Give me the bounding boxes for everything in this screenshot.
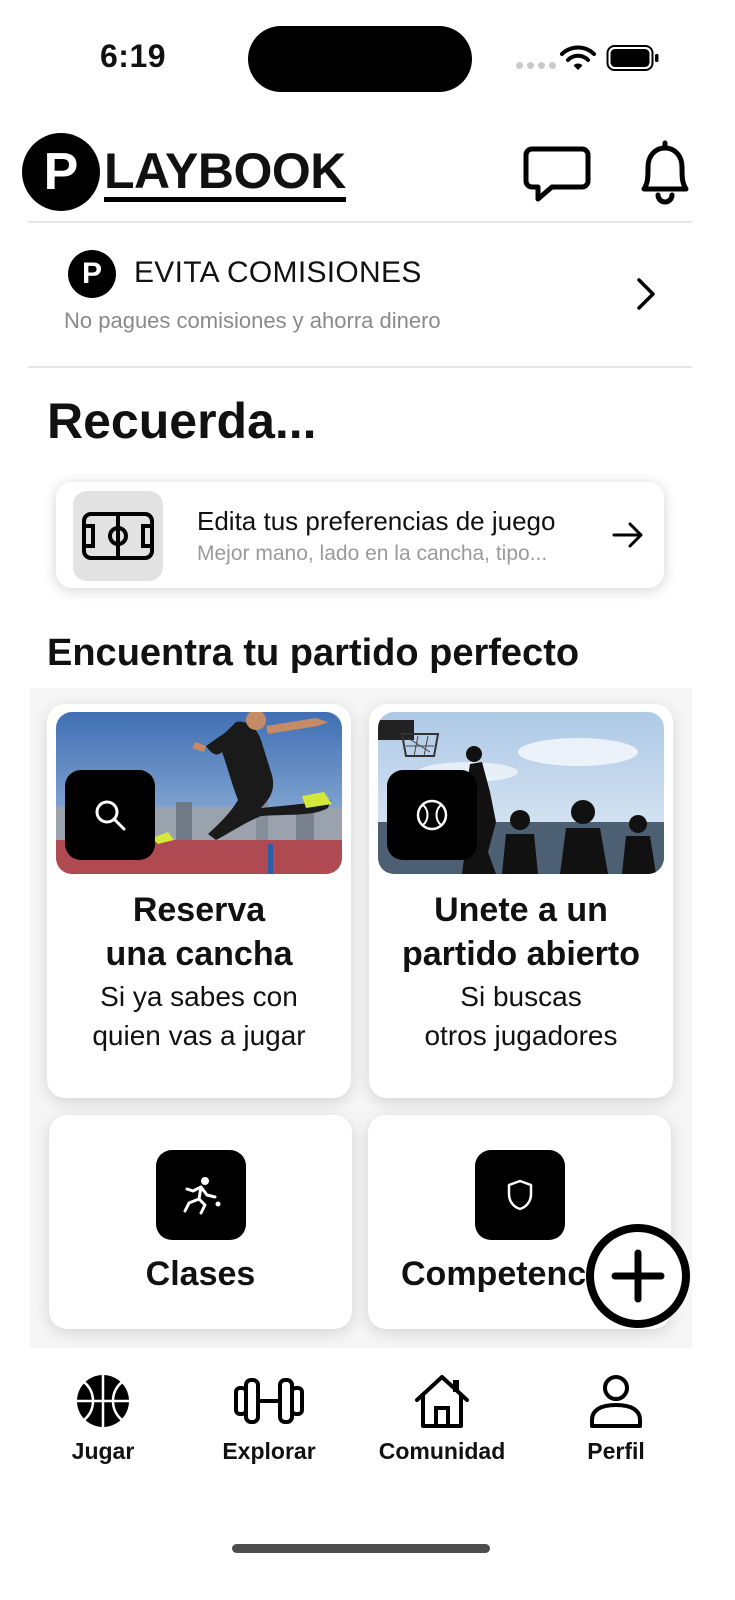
promo-divider — [28, 366, 692, 368]
search-icon-box — [65, 770, 155, 860]
tab-explorar-label: Explorar — [222, 1438, 316, 1464]
book-court-subtitle-line1: Si ya sabes con — [100, 981, 298, 1012]
join-match-subtitle-line1: Si buscas — [460, 981, 582, 1012]
promo-row[interactable]: P EVITA COMISIONES No pagues comisiones … — [28, 224, 692, 366]
kick-icon — [183, 1177, 221, 1215]
create-fab-button[interactable] — [586, 1224, 690, 1328]
promo-logo-letter: P — [81, 257, 102, 290]
wifi-icon — [560, 45, 596, 70]
reminder-heading: Recuerda... — [47, 393, 317, 449]
promo-logo-badge: P — [68, 250, 116, 298]
join-match-title-line2: partido abierto — [401, 935, 641, 973]
tab-comunidad-label: Comunidad — [378, 1438, 506, 1464]
plus-icon — [611, 1249, 665, 1303]
classes-title: Clases — [145, 1255, 256, 1293]
chat-bubble-icon[interactable] — [522, 137, 592, 207]
home-icon — [415, 1375, 469, 1428]
status-bar: 6:19 — [0, 0, 735, 120]
court-icon — [82, 512, 154, 560]
tab-comunidad[interactable]: Comunidad — [362, 1372, 522, 1465]
ball-icon-box — [387, 770, 477, 860]
promo-subtitle: No pagues comisiones y ahorra dinero — [64, 308, 441, 333]
battery-icon — [606, 45, 659, 71]
match-section-heading: Encuentra tu partido perfecto — [47, 632, 580, 674]
search-icon — [95, 800, 126, 831]
arrow-right-icon — [612, 522, 643, 548]
preferences-subtitle: Mejor mano, lado en la cancha, tipo... — [197, 542, 548, 565]
court-icon-box — [73, 491, 163, 581]
dumbbell-icon — [234, 1378, 304, 1424]
bottom-tab-bar: Jugar Explorar Comunidad Perfil — [0, 1350, 735, 1500]
book-court-subtitle-line2: quien vas a jugar — [92, 1020, 306, 1051]
preferences-title: Edita tus preferencias de juego — [197, 506, 556, 536]
tab-explorar[interactable]: Explorar — [189, 1372, 349, 1465]
book-court-title-line2: una cancha — [105, 935, 293, 973]
basketball-icon — [77, 1375, 129, 1427]
shield-icon-box — [475, 1150, 565, 1240]
join-open-match-card[interactable]: Unete a un partido abierto Si buscas otr… — [369, 704, 673, 1098]
tab-perfil[interactable]: Perfil — [536, 1372, 696, 1465]
classes-card[interactable]: Clases — [49, 1115, 352, 1329]
logo-letter: P — [43, 143, 79, 201]
join-match-title-line1: Unete a un — [434, 891, 608, 929]
header-divider — [28, 221, 692, 223]
home-indicator[interactable] — [232, 1544, 490, 1553]
edit-preferences-card[interactable]: Edita tus preferencias de juego Mejor ma… — [56, 482, 664, 588]
app-header: P LAYBOOK — [0, 125, 735, 220]
app-logo-badge: P — [22, 133, 100, 211]
book-court-title-line1: Reserva — [132, 891, 266, 929]
cellular-signal-icon — [516, 62, 556, 69]
shield-icon — [507, 1179, 533, 1211]
person-icon — [590, 1375, 642, 1428]
chevron-right-icon — [637, 278, 655, 310]
join-match-subtitle-line2: otros jugadores — [424, 1020, 618, 1051]
promo-title: EVITA COMISIONES — [134, 256, 422, 289]
book-court-card[interactable]: Reserva una cancha Si ya sabes con quien… — [47, 704, 351, 1098]
status-time: 6:19 — [100, 38, 167, 74]
app-logo-text: LAYBOOK — [104, 145, 346, 202]
bell-icon[interactable] — [632, 137, 698, 207]
kick-icon-box — [156, 1150, 246, 1240]
tab-perfil-label: Perfil — [587, 1438, 645, 1464]
tab-jugar-label: Jugar — [71, 1438, 135, 1464]
tab-jugar[interactable]: Jugar — [23, 1372, 183, 1465]
ball-icon — [416, 799, 448, 831]
dynamic-island — [248, 26, 472, 92]
